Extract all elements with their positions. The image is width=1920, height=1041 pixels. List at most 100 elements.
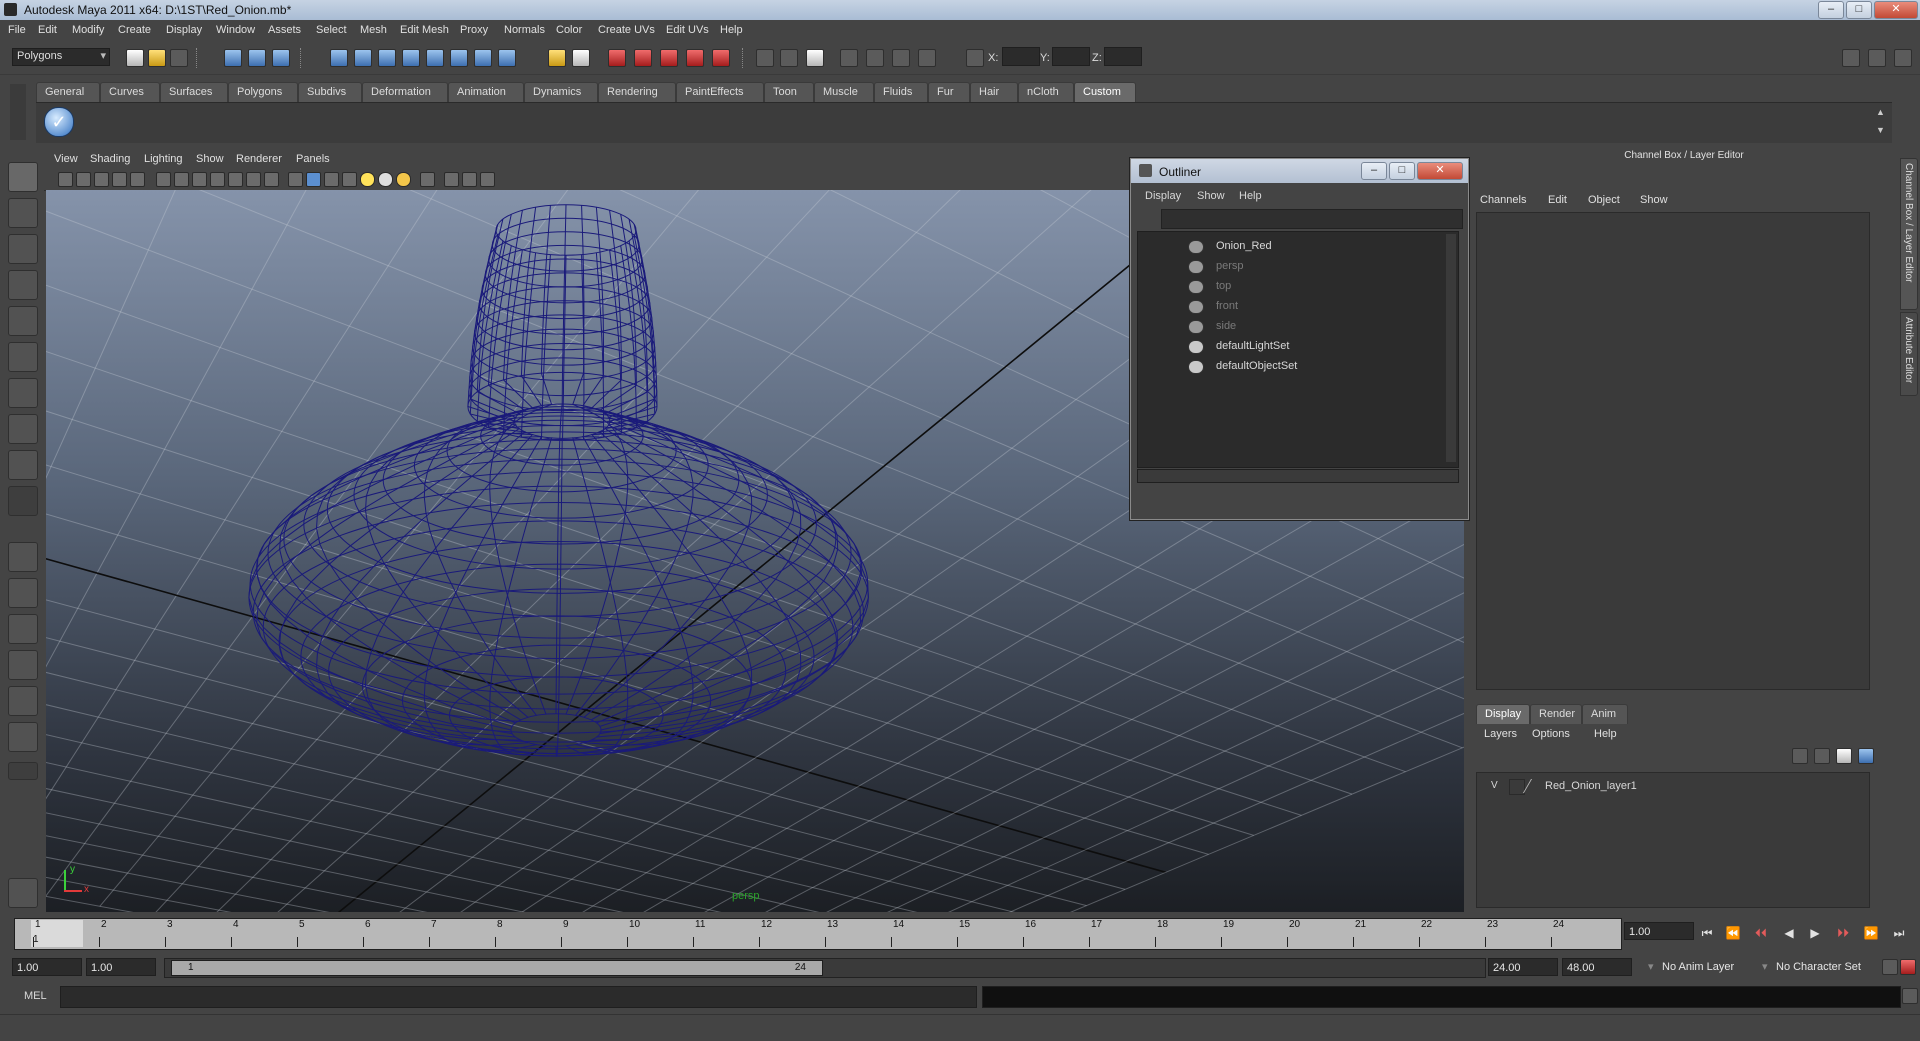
- layer-tab-anim[interactable]: Anim: [1582, 704, 1628, 724]
- tab-fur[interactable]: Fur: [928, 82, 970, 102]
- single-perspective-view-icon[interactable]: [8, 542, 38, 572]
- select-by-component-icon[interactable]: [272, 49, 290, 67]
- menu-proxy[interactable]: Proxy: [460, 24, 488, 36]
- menu-edit-uvs[interactable]: Edit UVs: [666, 24, 709, 36]
- time-slider[interactable]: 1 1 2 3 4 5 6 7 8 9 10 11 12 13 14 15 16 17 18 19 20 21 22 23 2…: [14, 918, 1622, 950]
- layout-options-icon[interactable]: [8, 762, 38, 780]
- open-scene-icon[interactable]: [148, 49, 166, 67]
- outliner-minimize-button[interactable]: –: [1361, 162, 1387, 180]
- cb-menu-object[interactable]: Object: [1588, 194, 1620, 206]
- menu-assets[interactable]: Assets: [268, 24, 301, 36]
- tab-deformation[interactable]: Deformation: [362, 82, 448, 102]
- isolate-select-icon[interactable]: [444, 172, 459, 187]
- wireframe-on-shaded-icon[interactable]: [324, 172, 339, 187]
- tab-fluids[interactable]: Fluids: [874, 82, 928, 102]
- safe-title-icon[interactable]: [264, 172, 279, 187]
- go-to-end-button[interactable]: ⏭: [1890, 925, 1908, 941]
- hand-tool-icon[interactable]: [8, 878, 38, 908]
- animation-end-time-field[interactable]: 48.00: [1562, 958, 1632, 976]
- animation-preferences-icon[interactable]: [1900, 959, 1916, 975]
- character-set-dropdown[interactable]: ▾ No Character Set: [1762, 958, 1886, 976]
- input-connections-icon[interactable]: [756, 49, 774, 67]
- select-surfaces-icon[interactable]: [402, 49, 420, 67]
- outliner-menu-show[interactable]: Show: [1197, 190, 1225, 202]
- camera-attributes-icon[interactable]: [76, 172, 91, 187]
- grid-icon[interactable]: [156, 172, 171, 187]
- outliner-horizontal-scrollbar[interactable]: [1137, 469, 1459, 483]
- show-manipulator-tool-icon[interactable]: [8, 450, 38, 480]
- tab-surfaces[interactable]: Surfaces: [160, 82, 228, 102]
- layer-tab-render[interactable]: Render: [1530, 704, 1582, 724]
- cb-menu-channels[interactable]: Channels: [1480, 194, 1526, 206]
- lasso-tool-icon[interactable]: [8, 198, 38, 228]
- select-deformations-icon[interactable]: [426, 49, 444, 67]
- anim-layer-dropdown[interactable]: ▾ No Anim Layer: [1648, 958, 1758, 976]
- persp-outliner-layout-icon[interactable]: [8, 614, 38, 644]
- persp-graph-layout-icon[interactable]: [8, 650, 38, 680]
- tab-general[interactable]: General: [36, 82, 100, 102]
- resolution-gate-icon[interactable]: [192, 172, 207, 187]
- command-input[interactable]: [60, 986, 977, 1008]
- tab-animation[interactable]: Animation: [448, 82, 524, 102]
- select-curves-icon[interactable]: [378, 49, 396, 67]
- soft-modification-tool-icon[interactable]: [8, 414, 38, 444]
- tab-painteffects[interactable]: PaintEffects: [676, 82, 764, 102]
- snap-to-curves-icon[interactable]: [634, 49, 652, 67]
- persp-hypershade-layout-icon[interactable]: [8, 686, 38, 716]
- show-hide-tool-settings-icon[interactable]: [1894, 49, 1912, 67]
- menu-file[interactable]: File: [8, 24, 26, 36]
- select-by-object-type-icon[interactable]: [248, 49, 266, 67]
- show-hide-channel-box-icon[interactable]: [1868, 49, 1886, 67]
- last-tool-used-icon[interactable]: [8, 486, 38, 516]
- shelf-scroll-down-icon[interactable]: ▼: [1876, 125, 1888, 137]
- create-layer-from-selected-icon[interactable]: [1858, 748, 1874, 764]
- viewport-menu-shading[interactable]: Shading: [90, 153, 130, 165]
- construction-history-icon[interactable]: [806, 49, 824, 67]
- menu-edit-mesh[interactable]: Edit Mesh: [400, 24, 449, 36]
- select-tool-icon[interactable]: [8, 162, 38, 192]
- play-backwards-button[interactable]: ◀: [1780, 925, 1798, 941]
- render-current-frame-icon[interactable]: [866, 49, 884, 67]
- layer-color-swatch-icon[interactable]: [1522, 779, 1545, 793]
- ipr-render-icon[interactable]: [892, 49, 910, 67]
- snap-to-view-planes-icon[interactable]: [686, 49, 704, 67]
- auto-key-icon[interactable]: [1882, 959, 1898, 975]
- maximize-button[interactable]: □: [1846, 1, 1872, 19]
- select-dynamics-icon[interactable]: [450, 49, 468, 67]
- film-gate-icon[interactable]: [174, 172, 189, 187]
- script-editor-icon[interactable]: [1902, 988, 1918, 1004]
- menu-window[interactable]: Window: [216, 24, 255, 36]
- transform-mode-icon[interactable]: [966, 49, 984, 67]
- high-quality-icon[interactable]: [396, 172, 411, 187]
- safe-action-icon[interactable]: [246, 172, 261, 187]
- y-field[interactable]: [1052, 47, 1090, 66]
- tab-dynamics[interactable]: Dynamics: [524, 82, 598, 102]
- menu-display[interactable]: Display: [166, 24, 202, 36]
- minimize-button[interactable]: –: [1818, 1, 1844, 19]
- lock-selection-icon[interactable]: [548, 49, 566, 67]
- menu-create[interactable]: Create: [118, 24, 151, 36]
- select-rendering-icon[interactable]: [474, 49, 492, 67]
- render-settings-icon[interactable]: [918, 49, 936, 67]
- range-slider-bar[interactable]: 1 24: [171, 960, 823, 976]
- menu-help[interactable]: Help: [720, 24, 743, 36]
- cb-menu-show[interactable]: Show: [1640, 194, 1668, 206]
- viewport-menu-renderer[interactable]: Renderer: [236, 153, 282, 165]
- move-tool-icon[interactable]: [8, 270, 38, 300]
- snap-to-grids-icon[interactable]: [608, 49, 626, 67]
- menu-color[interactable]: Color: [556, 24, 582, 36]
- menu-edit[interactable]: Edit: [38, 24, 57, 36]
- outliner-close-button[interactable]: ✕: [1417, 162, 1463, 180]
- playback-start-time-field[interactable]: 1.00: [86, 958, 156, 976]
- output-connections-icon[interactable]: [780, 49, 798, 67]
- command-language-label[interactable]: MEL: [24, 990, 47, 1002]
- viewport-menu-view[interactable]: View: [54, 153, 78, 165]
- check-custom-tool-icon[interactable]: ✓: [44, 107, 74, 137]
- tab-hair[interactable]: Hair: [970, 82, 1018, 102]
- layer-menu-layers[interactable]: Layers: [1484, 728, 1517, 740]
- viewport-menu-lighting[interactable]: Lighting: [144, 153, 183, 165]
- step-back-key-button[interactable]: ⏴⏴: [1752, 925, 1770, 941]
- menu-create-uvs[interactable]: Create UVs: [598, 24, 655, 36]
- menu-set-dropdown[interactable]: Polygons ▾: [12, 48, 110, 66]
- outliner-filter-field[interactable]: [1161, 209, 1463, 229]
